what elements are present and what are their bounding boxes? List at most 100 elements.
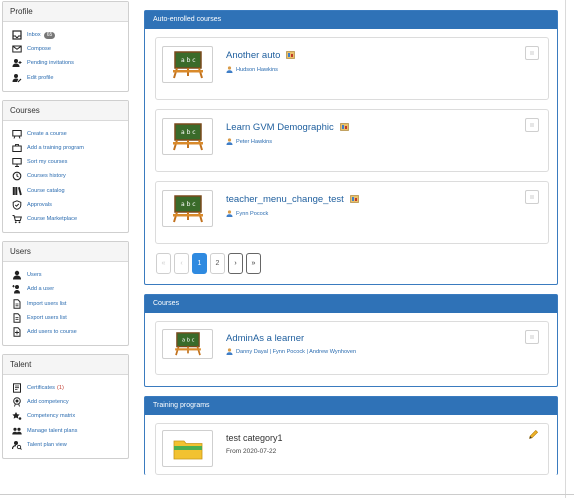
add-to-course-icon <box>11 327 22 337</box>
bottom-divider <box>0 494 574 495</box>
sidebar-item-edit-profile[interactable]: Edit profile <box>11 71 128 85</box>
inbox-count-badge: 65 <box>43 31 56 39</box>
sidebar-item-pending-invitations[interactable]: Pending invitations <box>11 56 128 70</box>
sidebar-item-label: Users <box>27 272 42 279</box>
course-title-link[interactable]: Learn GVM Demographic <box>226 122 349 133</box>
page-2-button[interactable]: 2 <box>210 253 225 274</box>
sidebar-item-label: Export users list <box>27 314 67 321</box>
chalkboard-icon: a b c <box>172 122 203 150</box>
course-checkbox[interactable] <box>525 46 539 60</box>
course-checkbox[interactable] <box>525 190 539 204</box>
sidebar-item-add-user[interactable]: Add a user <box>11 282 128 296</box>
auto-enrolled-panel: Auto-enrolled courses a b c Another auto… <box>144 10 558 285</box>
course-teachers[interactable]: Hudson Hawkins <box>226 66 278 73</box>
talent-block-title: Talent <box>3 355 128 375</box>
course-checkbox[interactable] <box>525 330 539 344</box>
course-title-link[interactable]: Another auto <box>226 50 296 61</box>
sidebar-item-label: Add competency <box>27 399 69 406</box>
sidebar-item-label: Sort my courses <box>27 159 68 166</box>
sidebar-item-talent-plan-view[interactable]: Talent plan view <box>11 438 128 452</box>
first-page-button[interactable]: « <box>156 253 171 274</box>
sidebar-item-courses-history[interactable]: Courses history <box>11 169 128 183</box>
training-programs-panel: Training programs test category1 From 20… <box>144 396 558 475</box>
course-thumbnail[interactable]: a b c <box>162 118 213 155</box>
course-teachers[interactable]: Fynn Pocock <box>226 210 268 217</box>
course-teachers[interactable]: Peter Hawkins <box>226 138 272 145</box>
cart-icon <box>11 214 22 224</box>
user-edit-icon <box>11 73 22 83</box>
user-icon <box>11 270 22 280</box>
sidebar-item-sort-courses[interactable]: Sort my courses <box>11 155 128 169</box>
training-program-date: From 2020-07-22 <box>226 448 277 455</box>
sidebar-item-label: Import users list <box>27 300 67 307</box>
sidebar-item-import-users[interactable]: Import users list <box>11 296 128 310</box>
course-teachers[interactable]: Danny Dayal | Fynn Pocock | Andrew Wynho… <box>226 348 356 355</box>
sidebar-item-users[interactable]: Users <box>11 268 128 282</box>
add-user-icon <box>11 284 22 294</box>
pencil-icon[interactable] <box>528 429 539 440</box>
svg-text:a b c: a b c <box>181 57 196 64</box>
course-checkbox[interactable] <box>525 118 539 132</box>
sidebar-item-label: Approvals <box>27 201 52 208</box>
sidebar-item-label: Add users to course <box>27 328 77 335</box>
sidebar-item-add-users-to-course[interactable]: Add users to course <box>11 325 128 339</box>
pagination: « ‹ 1 2 › » <box>156 253 549 274</box>
user-plus-icon <box>11 58 22 68</box>
course-teachers-text: Hudson Hawkins <box>236 66 278 73</box>
svg-text:a b c: a b c <box>182 337 195 343</box>
training-programs-title: Training programs <box>145 397 557 415</box>
export-icon <box>11 313 22 323</box>
course-info-icon[interactable] <box>286 51 296 60</box>
folder-icon <box>173 440 202 459</box>
teacher-icon <box>226 210 233 217</box>
sidebar-item-add-competency[interactable]: Add competency <box>11 395 128 409</box>
auto-enrolled-title: Auto-enrolled courses <box>145 11 557 29</box>
sidebar-item-inbox[interactable]: Inbox 65 <box>11 28 128 42</box>
course-info-icon[interactable] <box>339 123 349 132</box>
course-title-link[interactable]: AdminAs a learner <box>226 333 304 344</box>
course-teachers-text: Danny Dayal | Fynn Pocock | Andrew Wynho… <box>236 348 357 355</box>
sidebar-item-label: Add a training program <box>27 145 84 152</box>
history-icon <box>11 171 22 181</box>
sidebar-item-export-users[interactable]: Export users list <box>11 311 128 325</box>
course-info-icon[interactable] <box>349 195 359 204</box>
chalkboard-icon: a b c <box>172 50 203 78</box>
sidebar-item-label: Pending invitations <box>27 60 74 67</box>
course-thumbnail[interactable]: a b c <box>162 190 213 227</box>
sidebar-item-add-training-program[interactable]: Add a training program <box>11 141 128 155</box>
next-page-button[interactable]: › <box>228 253 243 274</box>
group-icon <box>11 426 22 436</box>
sidebar-item-course-marketplace[interactable]: Course Marketplace <box>11 212 128 226</box>
courses-panel-title: Courses <box>145 295 557 313</box>
sidebar-item-manage-talent-plans[interactable]: Manage talent plans <box>11 424 128 438</box>
teacher-icon <box>226 348 233 355</box>
sidebar-item-course-catalog[interactable]: Course catalog <box>11 184 128 198</box>
sidebar-item-label: Edit profile <box>27 74 54 81</box>
sidebar: Profile Inbox 65 Compose Pending invitat… <box>2 1 129 467</box>
svg-text:a b c: a b c <box>181 129 196 136</box>
create-course-icon <box>11 129 22 139</box>
page-1-button[interactable]: 1 <box>192 253 207 274</box>
sidebar-item-competency-matrix[interactable]: Competency matrix <box>11 409 128 423</box>
course-thumbnail[interactable]: a b c <box>162 46 213 83</box>
course-card: a b c teacher_menu_change_test Fynn Poco… <box>155 181 549 244</box>
users-block: Users Users Add a user Import users list… <box>2 241 129 346</box>
training-program-thumbnail[interactable] <box>162 430 213 467</box>
certificates-count: (1) <box>56 385 64 392</box>
talent-block: Talent Certificates (1) Add competency C… <box>2 354 129 459</box>
prev-page-button[interactable]: ‹ <box>174 253 189 274</box>
sidebar-item-compose[interactable]: Compose <box>11 42 128 56</box>
sidebar-item-approvals[interactable]: Approvals <box>11 198 128 212</box>
svg-text:a b c: a b c <box>181 201 196 208</box>
course-teachers-text: Peter Hawkins <box>236 138 273 145</box>
sidebar-item-certificates[interactable]: Certificates (1) <box>11 381 128 395</box>
course-title-link[interactable]: teacher_menu_change_test <box>226 194 359 205</box>
training-program-title[interactable]: test category1 <box>226 433 283 443</box>
inbox-icon <box>11 30 22 40</box>
course-thumbnail[interactable]: a b c <box>162 329 213 359</box>
sidebar-item-create-course[interactable]: Create a course <box>11 127 128 141</box>
course-card: a b c Another auto Hudson Hawkins <box>155 37 549 100</box>
approvals-icon <box>11 200 22 210</box>
last-page-button[interactable]: » <box>246 253 261 274</box>
course-title: teacher_menu_change_test <box>226 194 344 205</box>
